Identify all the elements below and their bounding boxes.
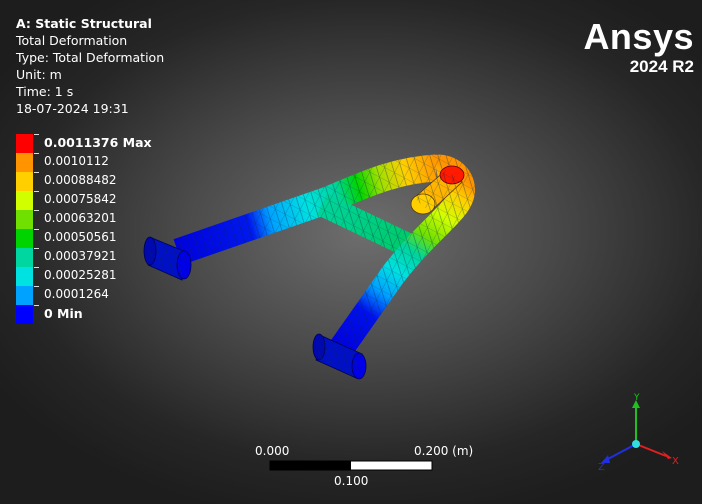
scale-mid-label: 0.100 [334, 474, 369, 488]
y-axis-label: Y [633, 393, 640, 403]
x-axis-line [635, 443, 667, 457]
triad-origin [632, 440, 640, 448]
scale-left-label: 0.000 [255, 444, 290, 458]
x-axis-label: X [672, 456, 679, 467]
scale-right-label: 0.200 (m) [414, 444, 474, 458]
scale-bar-graphic [269, 460, 433, 471]
z-axis-label: Z [598, 462, 605, 472]
z-axis-line [605, 443, 637, 461]
axis-triad[interactable]: Y X Z [596, 392, 686, 472]
